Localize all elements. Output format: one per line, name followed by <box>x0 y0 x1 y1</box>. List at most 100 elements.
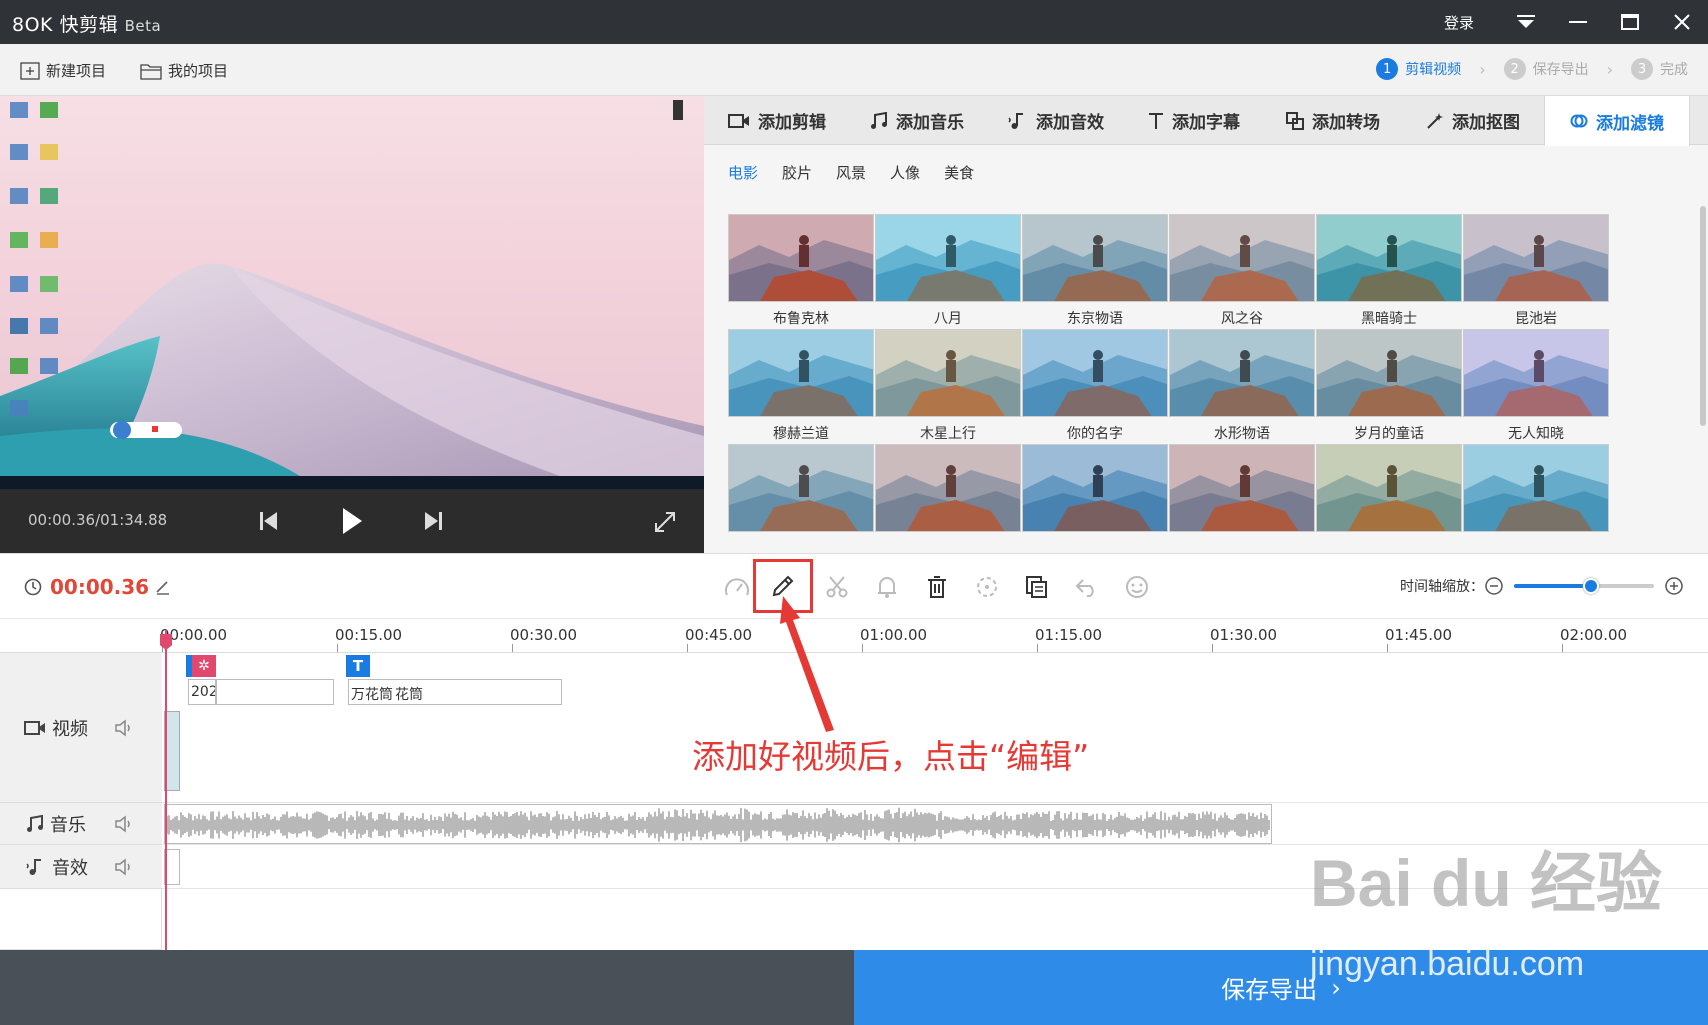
timeline-ruler[interactable]: 00:00.00 00:15.00 00:30.00 00:45.00 01:00.00… <box>0 619 1708 653</box>
maximize-icon[interactable] <box>1604 0 1656 44</box>
filter-label: 黑暗骑士 <box>1361 311 1417 327</box>
ruler-tick-line <box>1037 644 1038 652</box>
filter-thumbnail <box>1169 214 1315 302</box>
filter-label: 岁月的童话 <box>1354 426 1424 442</box>
filter-label: 东京物语 <box>1067 311 1123 327</box>
subtitle-clip[interactable]: 万花筒 花筒 <box>348 679 562 705</box>
filter-item[interactable] <box>1022 444 1168 553</box>
previous-frame-icon[interactable] <box>258 509 280 533</box>
zoom-in-icon[interactable] <box>1664 576 1684 596</box>
tab-add-music[interactable]: 添加音乐 <box>870 96 964 145</box>
undo-icon[interactable] <box>1072 572 1102 602</box>
filter-item[interactable]: 水形物语 <box>1169 329 1315 443</box>
ruler-tick-line <box>1212 644 1213 652</box>
tab-add-filter[interactable]: 添加滤镜 <box>1544 96 1690 146</box>
zoom-slider[interactable] <box>1514 578 1654 594</box>
edit-time-icon[interactable] <box>155 579 171 595</box>
tab-add-cutout[interactable]: 添加抠图 <box>1426 96 1520 145</box>
filter-item[interactable] <box>1316 444 1462 553</box>
tab-add-transition[interactable]: 添加转场 <box>1286 96 1380 145</box>
filter-label: 穆赫兰道 <box>773 426 829 442</box>
filter-item[interactable]: 黑暗骑士 <box>1316 214 1462 328</box>
dropdown-menu-icon[interactable] <box>1500 0 1552 44</box>
filter-item[interactable]: 布鲁克林 <box>728 214 874 328</box>
filter-label: 无人知晓 <box>1508 426 1564 442</box>
filter-item[interactable]: 无人知晓 <box>1463 329 1609 443</box>
tab-add-subtitle[interactable]: 添加字幕 <box>1148 96 1240 145</box>
filter-item[interactable] <box>728 444 874 553</box>
tab-add-sound-effect[interactable]: 添加音效 <box>1008 96 1104 145</box>
plus-box-icon <box>20 61 40 80</box>
fullscreen-icon[interactable] <box>652 509 678 535</box>
filter-thumbnail <box>1022 444 1168 532</box>
text-marker-icon[interactable]: T <box>346 655 370 677</box>
filter-item[interactable] <box>1463 444 1609 553</box>
filter-item[interactable] <box>1169 444 1315 553</box>
filter-item[interactable]: 昆池岩 <box>1463 214 1609 328</box>
filter-thumbnail <box>1022 214 1168 302</box>
filter-thumbnail <box>1463 214 1609 302</box>
filter-item[interactable]: 东京物语 <box>1022 214 1168 328</box>
filter-item[interactable]: 穆赫兰道 <box>728 329 874 443</box>
subtab-landscape[interactable]: 风景 <box>836 162 866 183</box>
filter-thumbnail <box>1316 444 1462 532</box>
preview-frame <box>0 96 704 476</box>
ruler-tick-label: 00:30.00 <box>510 626 578 644</box>
speed-icon[interactable] <box>722 572 752 602</box>
magic-effect-icon[interactable] <box>972 572 1002 602</box>
music-waveform[interactable] <box>164 804 1272 844</box>
close-icon[interactable] <box>1656 0 1708 44</box>
copy-icon[interactable] <box>1022 572 1052 602</box>
ruler-tick-line <box>862 644 863 652</box>
folder-icon <box>140 63 162 80</box>
subtitle-clip[interactable]: 202 <box>188 679 216 705</box>
volume-icon[interactable] <box>114 857 134 876</box>
filter-item[interactable]: 你的名字 <box>1022 329 1168 443</box>
minimize-icon[interactable] <box>1552 0 1604 44</box>
next-frame-icon[interactable] <box>422 509 444 533</box>
subtab-portrait[interactable]: 人像 <box>890 162 920 183</box>
filter-label: 昆池岩 <box>1515 311 1557 327</box>
volume-icon[interactable] <box>114 718 134 737</box>
sticker-marker-icon[interactable]: ✲ <box>192 655 216 677</box>
panel-scrollbar[interactable] <box>1700 206 1706 426</box>
ruler-tick-label: 01:45.00 <box>1385 626 1453 644</box>
delete-icon[interactable] <box>922 572 952 602</box>
music-note-icon <box>27 814 43 832</box>
subtab-movie[interactable]: 电影 <box>728 162 758 183</box>
sticker-icon[interactable] <box>1122 572 1152 602</box>
filter-thumbnail <box>728 444 874 532</box>
subtab-food[interactable]: 美食 <box>944 162 974 183</box>
zoom-out-icon[interactable] <box>1484 576 1504 596</box>
play-icon[interactable] <box>338 505 366 537</box>
filter-label: 木星上行 <box>920 426 976 442</box>
filter-thumbnail <box>1169 444 1315 532</box>
my-projects-button[interactable]: 我的项目 <box>140 60 228 81</box>
app-logo: 8OK 快剪辑 Beta <box>12 14 162 36</box>
filter-item[interactable] <box>875 444 1021 553</box>
ruler-tick-line <box>1387 644 1388 652</box>
sound-effect-icon <box>26 858 41 875</box>
resource-panel: 添加剪辑 添加音乐 添加音效 添加字幕 添加转场 添加抠图 添加滤镜 电影 胶片 <box>704 96 1708 553</box>
bell-icon[interactable] <box>872 572 902 602</box>
filter-item[interactable]: 八月 <box>875 214 1021 328</box>
filter-item[interactable]: 风之谷 <box>1169 214 1315 328</box>
subtitle-clip[interactable] <box>216 679 334 705</box>
timeline-toolbar: 00:00.36 时间轴缩放： <box>0 553 1708 619</box>
filter-item[interactable]: 岁月的童话 <box>1316 329 1462 443</box>
filter-item[interactable]: 木星上行 <box>875 329 1021 443</box>
ruler-tick-label: 01:15.00 <box>1035 626 1103 644</box>
new-project-button[interactable]: 新建项目 <box>20 60 106 81</box>
filter-thumbnail <box>875 214 1021 302</box>
zoom-slider-handle[interactable] <box>1583 578 1599 594</box>
volume-icon[interactable] <box>114 814 134 833</box>
subtab-film[interactable]: 胶片 <box>782 162 812 183</box>
tab-add-clip[interactable]: 添加剪辑 <box>728 96 826 145</box>
video-track: ✲ T 202 万花筒 花筒 <box>162 653 1708 803</box>
filter-thumbnail <box>1169 329 1315 417</box>
ruler-tick-line <box>512 644 513 652</box>
login-link[interactable]: 登录 <box>1444 12 1474 33</box>
magic-wand-icon <box>1427 112 1443 129</box>
step-edit-video: 1 剪辑视频 <box>1376 58 1461 80</box>
panel-tabs: 添加剪辑 添加音乐 添加音效 添加字幕 添加转场 添加抠图 添加滤镜 <box>704 96 1708 146</box>
